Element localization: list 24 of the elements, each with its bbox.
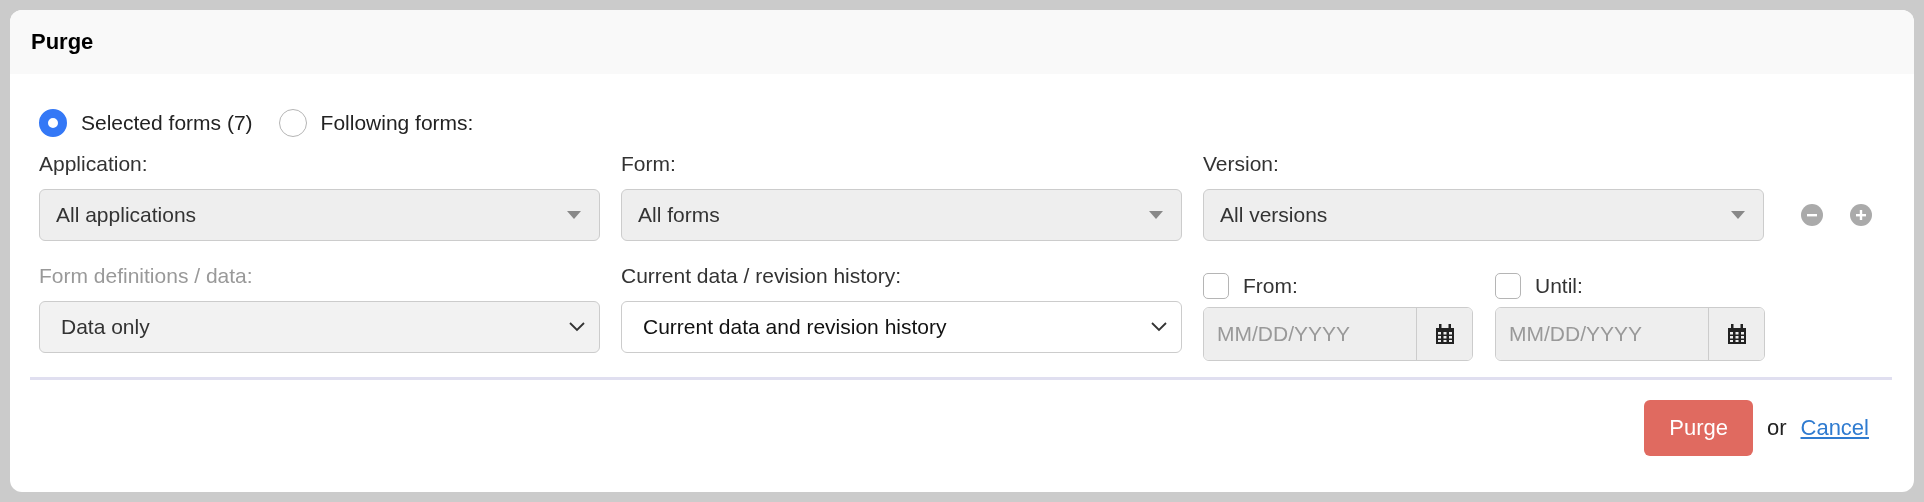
chevron-down-icon bbox=[1151, 322, 1167, 332]
radio-button[interactable] bbox=[278, 109, 307, 137]
checkbox-label: Until: bbox=[1535, 273, 1583, 299]
checkbox-label: From: bbox=[1243, 273, 1298, 299]
caret-icon bbox=[1149, 211, 1163, 219]
checkbox[interactable] bbox=[1203, 273, 1229, 299]
remove-icon[interactable] bbox=[1801, 204, 1823, 226]
field-label: Form definitions / data: bbox=[39, 263, 254, 289]
caret-icon bbox=[1731, 211, 1745, 219]
caret-icon bbox=[567, 211, 581, 219]
field-label: Form: bbox=[621, 151, 677, 177]
field-label: Application: bbox=[39, 151, 149, 177]
field-label: Version: bbox=[1203, 151, 1280, 177]
dialog-title: Purge bbox=[31, 29, 94, 55]
radio-button[interactable] bbox=[39, 109, 67, 137]
add-icon[interactable] bbox=[1850, 204, 1872, 226]
or-text: or bbox=[1766, 415, 1787, 441]
cancel-link[interactable]: Cancel bbox=[1800, 415, 1869, 441]
checkbox[interactable] bbox=[1495, 273, 1521, 299]
field-label: Current data / revision history: bbox=[621, 263, 903, 289]
radio-label: Selected forms (7) bbox=[81, 111, 253, 135]
radio-label: Following forms: bbox=[320, 111, 474, 135]
dropdown[interactable]: Current data and revision history bbox=[621, 301, 1182, 353]
chevron-down-icon bbox=[569, 322, 585, 332]
